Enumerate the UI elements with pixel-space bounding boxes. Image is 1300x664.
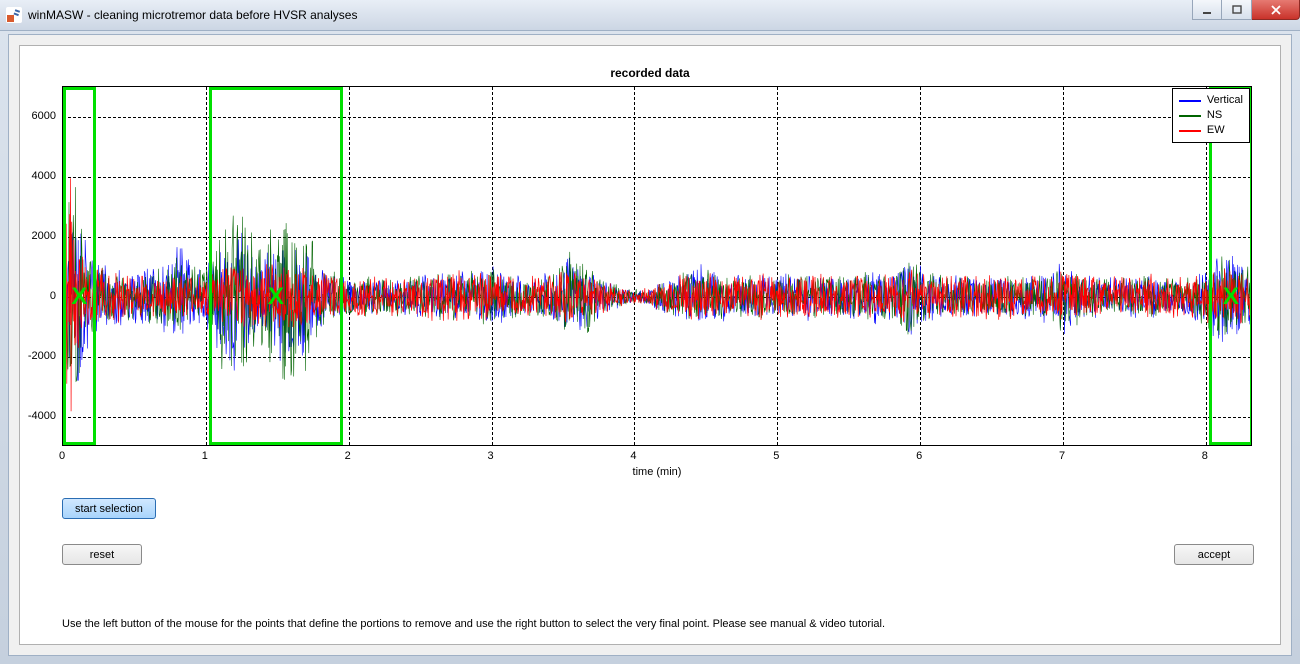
x-axis-label: time (min) — [633, 466, 682, 478]
x-tick: 8 — [1202, 450, 1208, 462]
window-controls — [1192, 0, 1300, 20]
window-title: winMASW - cleaning microtremor data befo… — [28, 8, 357, 22]
maximize-button[interactable] — [1222, 0, 1252, 20]
y-tick: -2000 — [28, 350, 56, 362]
y-tick: 2000 — [32, 230, 56, 242]
chart-title: recorded data — [20, 66, 1280, 80]
help-text: Use the left button of the mouse for the… — [62, 618, 1238, 630]
accept-button[interactable]: accept — [1174, 544, 1254, 565]
x-tick: 4 — [630, 450, 636, 462]
y-tick: -4000 — [28, 410, 56, 422]
main-panel: recorded data Vertical NS — [19, 45, 1281, 645]
y-tick: 6000 — [32, 110, 56, 122]
legend: Vertical NS EW — [1172, 88, 1250, 143]
x-tick: 5 — [773, 450, 779, 462]
x-tick: 0 — [59, 450, 65, 462]
selection-rect[interactable] — [63, 87, 96, 445]
selection-x-mark: X — [71, 283, 87, 311]
legend-swatch — [1179, 115, 1201, 117]
titlebar[interactable]: winMASW - cleaning microtremor data befo… — [0, 0, 1300, 31]
x-tick: 2 — [345, 450, 351, 462]
minimize-button[interactable] — [1192, 0, 1222, 20]
x-tick: 3 — [488, 450, 494, 462]
legend-label: EW — [1207, 123, 1225, 138]
plot-area[interactable]: Vertical NS EW XXX time (min) -4000-2000… — [62, 86, 1252, 446]
reset-button[interactable]: reset — [62, 544, 142, 565]
matlab-icon — [6, 7, 22, 23]
selection-x-mark: X — [268, 283, 284, 311]
legend-swatch — [1179, 130, 1201, 132]
y-tick: 4000 — [32, 170, 56, 182]
legend-label: NS — [1207, 108, 1222, 123]
legend-item-ew: EW — [1179, 123, 1243, 138]
legend-item-ns: NS — [1179, 108, 1243, 123]
legend-item-vertical: Vertical — [1179, 93, 1243, 108]
start-selection-button[interactable]: start selection — [62, 498, 156, 519]
app-window: winMASW - cleaning microtremor data befo… — [0, 0, 1300, 664]
legend-label: Vertical — [1207, 93, 1243, 108]
x-tick: 1 — [202, 450, 208, 462]
x-tick: 6 — [916, 450, 922, 462]
x-tick: 7 — [1059, 450, 1065, 462]
close-button[interactable] — [1252, 0, 1300, 20]
legend-swatch — [1179, 100, 1201, 102]
selection-rect[interactable] — [209, 87, 343, 445]
selection-x-mark: X — [1223, 283, 1239, 311]
y-tick: 0 — [50, 290, 56, 302]
client-area: recorded data Vertical NS — [8, 34, 1292, 656]
